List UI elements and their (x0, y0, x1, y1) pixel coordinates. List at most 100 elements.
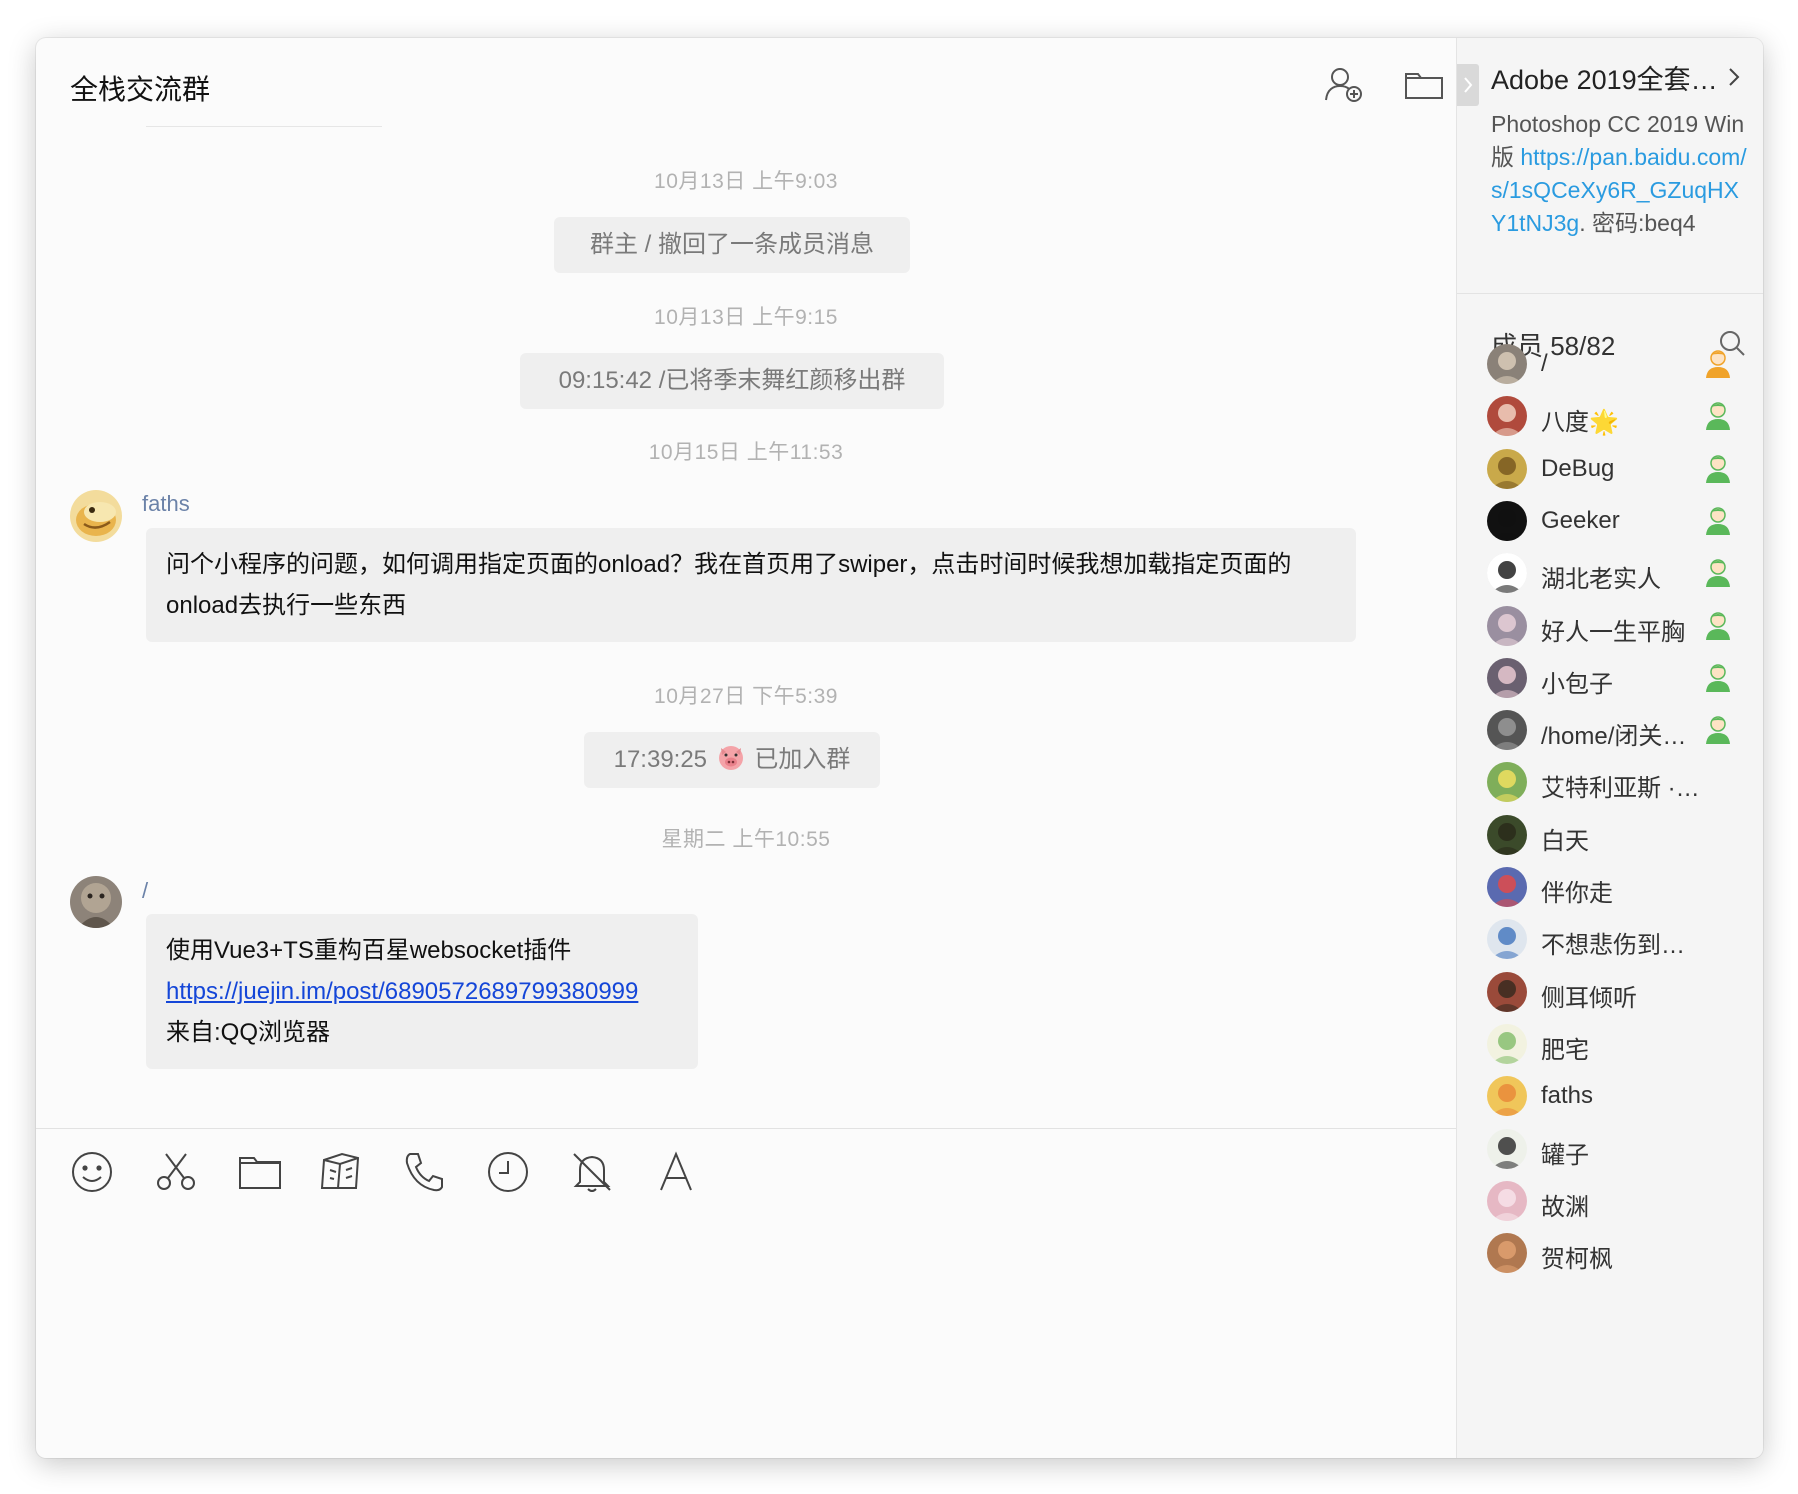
member-avatar[interactable] (1487, 762, 1527, 803)
member-name: 故渊 (1541, 1193, 1589, 1221)
pig-emoji-icon (716, 737, 746, 770)
member-avatar[interactable] (1487, 344, 1527, 384)
member-item[interactable]: 伴你走 (1487, 861, 1737, 913)
phone-icon[interactable] (400, 1148, 448, 1196)
admin-badge-icon (1703, 610, 1733, 642)
member-item[interactable]: 艾特利亚斯 · 秋 (1487, 756, 1737, 808)
member-item[interactable]: 白天 (1487, 809, 1737, 861)
clock-icon[interactable] (484, 1148, 532, 1196)
member-avatar[interactable] (1487, 919, 1527, 960)
announcement-suffix: . 密码:beq4 (1579, 210, 1696, 236)
chat-title: 全栈交流群 (70, 74, 211, 105)
member-name: 八度🌟 (1541, 409, 1619, 437)
member-name: faths (1541, 1082, 1594, 1110)
input-divider (36, 1128, 1456, 1129)
member-name: 肥宅 (1541, 1036, 1589, 1064)
qq-window: 全栈交流群 10月13日 上午9:03 群主 / 撤回了一条成员消息 10月13… (36, 38, 1763, 1458)
member-avatar[interactable] (1487, 448, 1527, 489)
member-item[interactable]: 侧耳倾听 (1487, 966, 1737, 1018)
announcement-title[interactable]: Adobe 2019全套软件 (1491, 58, 1723, 97)
member-name: 侧耳倾听 (1541, 984, 1637, 1012)
message-sender[interactable]: faths (142, 491, 190, 517)
timestamp: 10月13日 上午9:03 (654, 170, 838, 193)
owner-badge-icon (1703, 348, 1733, 380)
member-item[interactable]: Geeker (1487, 495, 1737, 547)
member-item[interactable]: 好人一生平胸 (1487, 600, 1737, 652)
admin-badge-icon (1703, 400, 1733, 432)
member-name: / (1541, 350, 1548, 377)
admin-badge-icon (1703, 505, 1733, 537)
member-avatar[interactable] (1487, 971, 1527, 1012)
member-item[interactable]: 不想悲伤到天明 (1487, 913, 1737, 965)
member-name: 白天 (1541, 827, 1589, 855)
bell-off-icon[interactable] (568, 1148, 616, 1196)
member-item[interactable]: /home/闭关修炼 (1487, 704, 1737, 756)
system-message-joined: 17:39:25 已加入群 (584, 732, 880, 788)
member-avatar[interactable] (1487, 396, 1527, 437)
font-icon[interactable] (652, 1148, 700, 1196)
member-avatar[interactable] (1487, 867, 1527, 907)
member-name: 伴你走 (1541, 880, 1613, 907)
member-avatar[interactable] (1487, 710, 1527, 751)
timestamp: 星期二 上午10:55 (661, 828, 831, 851)
admin-badge-icon (1703, 453, 1733, 485)
collapse-panel-button[interactable] (1457, 64, 1479, 106)
message-bubble[interactable]: 使用Vue3+TS重构百星websocket插件 https://juejin.… (146, 914, 698, 1069)
member-avatar[interactable] (1487, 1076, 1527, 1117)
member-avatar[interactable] (1487, 500, 1527, 541)
member-item[interactable]: / (1487, 338, 1737, 390)
timestamp: 10月13日 上午9:15 (654, 306, 838, 329)
member-avatar[interactable] (1487, 657, 1527, 698)
system-message-recall: 群主 / 撤回了一条成员消息 (554, 217, 910, 273)
member-item[interactable]: 罐子 (1487, 1123, 1737, 1175)
member-avatar[interactable] (1487, 1023, 1527, 1064)
member-item[interactable]: DeBug (1487, 443, 1737, 495)
group-info-panel: Adobe 2019全套软件 Photoshop CC 2019 Win版 ht… (1456, 38, 1763, 1458)
member-item[interactable]: 故渊 (1487, 1175, 1737, 1227)
system-message-removed: 09:15:42 /已将季末舞红颜移出群 (520, 353, 944, 409)
message-text: 问个小程序的问题，如何调用指定页面的onload？我在首页用了swiper，点击… (166, 551, 1292, 619)
member-avatar[interactable] (1487, 1180, 1527, 1221)
member-avatar[interactable] (1487, 605, 1527, 646)
announcement-body: Photoshop CC 2019 Win版 https://pan.baidu… (1491, 108, 1753, 240)
member-avatar[interactable] (1487, 814, 1527, 855)
member-name: 艾特利亚斯 · 秋 (1541, 775, 1701, 803)
chat-header: 全栈交流群 (36, 38, 1456, 128)
folder-icon[interactable] (236, 1148, 284, 1196)
admin-badge-icon (1703, 662, 1733, 694)
join-time: 17:39:25 (613, 746, 708, 773)
gift-icon[interactable] (316, 1148, 364, 1196)
member-avatar[interactable] (1487, 1128, 1527, 1169)
message-link[interactable]: https://juejin.im/post/68905726897993809… (166, 978, 638, 1005)
member-name: 湖北老实人 (1541, 566, 1661, 594)
member-name: 贺柯枫 (1541, 1246, 1613, 1274)
member-name: 罐子 (1541, 1141, 1589, 1169)
join-text: 已加入群 (754, 746, 851, 773)
member-item[interactable]: 小包子 (1487, 652, 1737, 704)
avatar-faths[interactable] (70, 490, 122, 542)
member-item[interactable]: faths (1487, 1070, 1737, 1122)
member-name: 不想悲伤到天明 (1541, 932, 1701, 960)
member-avatar[interactable] (1487, 1233, 1527, 1274)
member-name: /home/闭关修炼 (1541, 723, 1701, 751)
add-member-icon[interactable] (1322, 64, 1366, 104)
member-item[interactable]: 八度🌟 (1487, 390, 1737, 442)
message-input[interactable] (66, 1218, 1426, 1438)
member-name: 小包子 (1541, 670, 1613, 698)
member-avatar[interactable] (1487, 553, 1527, 594)
scissors-icon[interactable] (152, 1148, 200, 1196)
emoji-icon[interactable] (68, 1148, 116, 1196)
message-text: 使用Vue3+TS重构百星websocket插件 (166, 937, 572, 964)
message-sender[interactable]: / (142, 878, 148, 904)
message-bubble[interactable]: 问个小程序的问题，如何调用指定页面的onload？我在首页用了swiper，点击… (146, 528, 1356, 642)
panel-separator (1457, 293, 1763, 294)
member-name: 好人一生平胸 (1541, 618, 1685, 646)
member-item[interactable]: 贺柯枫 (1487, 1227, 1737, 1279)
avatar-slash[interactable] (70, 876, 122, 928)
member-item[interactable]: 肥宅 (1487, 1018, 1737, 1070)
header-separator (146, 126, 382, 127)
member-item[interactable]: 湖北老实人 (1487, 547, 1737, 599)
admin-badge-icon (1703, 557, 1733, 589)
chevron-right-icon[interactable] (1721, 62, 1747, 92)
folder-icon[interactable] (1402, 64, 1446, 104)
